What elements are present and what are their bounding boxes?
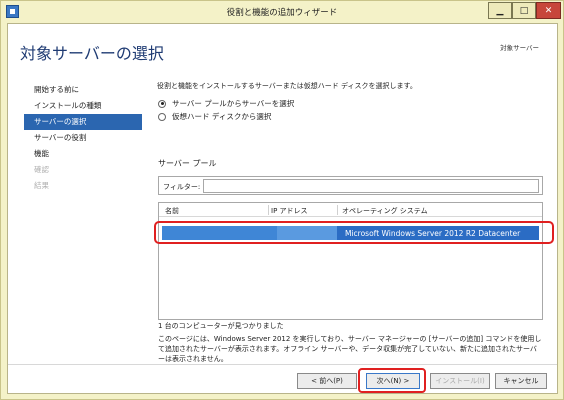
footer-divider [8, 364, 557, 365]
server-list: 名前 IP アドレス オペレーティング システム Microsoft Windo… [154, 202, 554, 320]
maximize-button[interactable]: □ [512, 2, 536, 19]
destination-server-label: 対象サーバー [500, 44, 539, 52]
page-title: 対象サーバーの選択 [20, 44, 164, 63]
minimize-icon: ▁ [496, 5, 504, 16]
maximize-icon: □ [519, 5, 529, 16]
column-divider[interactable] [337, 205, 338, 215]
next-highlight-frame [358, 368, 426, 393]
window-title: 役割と機能の追加ウィザード [226, 8, 338, 18]
radio-unselected-icon[interactable] [158, 112, 166, 121]
nav-item-before-you-begin[interactable]: 開始する前に [24, 82, 142, 98]
filter-input[interactable] [203, 179, 539, 193]
wizard-window: 役割と機能の追加ウィザード ▁ □ ✕ 対象サーバーの選択 対象サーバー 開始す… [0, 0, 564, 400]
nav-item-results: 結果 [34, 181, 49, 190]
column-header-name[interactable]: 名前 [165, 206, 179, 216]
column-header-ip[interactable]: IP アドレス [271, 206, 308, 216]
close-button[interactable]: ✕ [536, 2, 561, 19]
close-icon: ✕ [544, 5, 553, 16]
nav-item-installation-type[interactable]: インストールの種類 [24, 98, 142, 114]
nav-item-confirmation: 確認 [34, 165, 49, 174]
column-divider[interactable] [268, 205, 269, 215]
filter-box: フィルター: [158, 176, 543, 195]
radio-virtual-disk[interactable]: 仮想ハード ディスクから選択 [158, 111, 271, 122]
table-row-selected[interactable]: Microsoft Windows Server 2012 R2 Datacen… [154, 221, 554, 244]
list-header: 名前 IP アドレス オペレーティング システム [159, 203, 542, 217]
nav-item-features[interactable]: 機能 [24, 146, 142, 162]
install-button: インストール(I) [430, 373, 490, 389]
server-pool-label: サーバー プール [158, 159, 217, 168]
wizard-client: 対象サーバーの選択 対象サーバー 開始する前に インストールの種類 サーバーの選… [7, 23, 558, 394]
radio-server-pool[interactable]: サーバー プールからサーバーを選択 [158, 98, 294, 109]
cancel-button[interactable]: キャンセル [495, 373, 547, 389]
title-bar: 役割と機能の追加ウィザード ▁ □ ✕ [1, 1, 563, 23]
instruction-text: 役割と機能をインストールするサーバーまたは仮想ハード ディスクを選択します。 [157, 82, 417, 90]
nav-item-server-roles[interactable]: サーバーの役割 [24, 130, 142, 146]
wizard-nav: 開始する前に インストールの種類 サーバーの選択 サーバーの役割 機能 確認 結… [24, 82, 142, 194]
description-text: このページには、Windows Server 2012 を実行しており、サーバー… [158, 335, 542, 363]
filter-label: フィルター: [163, 183, 201, 191]
radio-virtual-disk-label: 仮想ハード ディスクから選択 [172, 112, 272, 121]
back-button[interactable]: < 前へ(P) [297, 373, 357, 389]
radio-selected-icon[interactable] [158, 99, 166, 108]
radio-server-pool-label: サーバー プールからサーバーを選択 [172, 99, 295, 108]
selection-highlight-frame [154, 221, 554, 244]
column-header-os[interactable]: オペレーティング システム [342, 206, 428, 216]
found-count-text: 1 台のコンピューターが見つかりました [158, 322, 284, 330]
nav-item-server-selection[interactable]: サーバーの選択 [24, 114, 142, 130]
minimize-button[interactable]: ▁ [488, 2, 512, 19]
